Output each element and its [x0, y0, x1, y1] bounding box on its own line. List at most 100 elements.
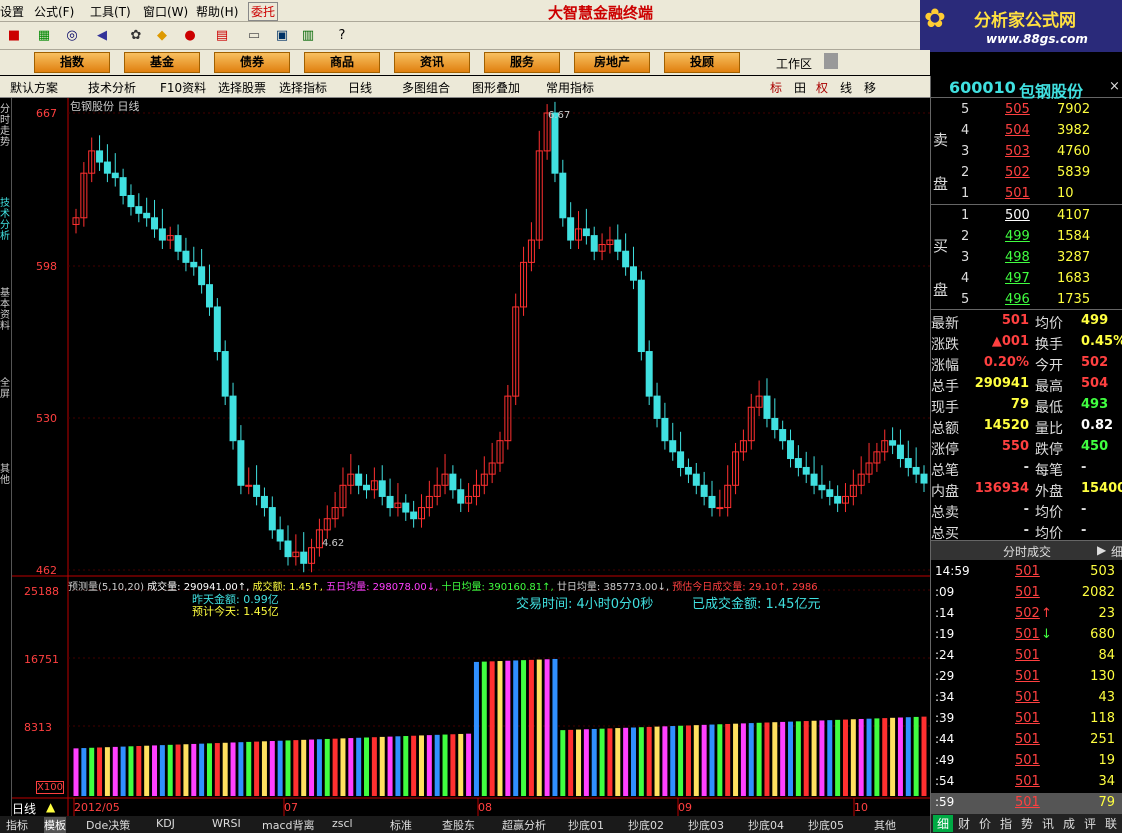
- sell-row[interactable]: 3 503 4760: [931, 142, 1122, 163]
- nav-bar: 指数 基金 债券 商品 资讯 服务 房地产 投顾 工作区: [0, 50, 930, 75]
- buy-row[interactable]: 4 497 1683: [931, 269, 1122, 290]
- indicator-tab[interactable]: 抄底04: [748, 817, 784, 833]
- nav-button-realestate[interactable]: 房地产: [574, 52, 650, 73]
- menu-tools[interactable]: 工具(T): [90, 3, 131, 20]
- select-stock-button[interactable]: 选择股票: [218, 79, 266, 96]
- indicator-tab[interactable]: KDJ: [156, 817, 175, 830]
- sell-row[interactable]: 1 501 10: [931, 184, 1122, 205]
- side-tab-other[interactable]: 其他: [0, 464, 12, 486]
- book-icon[interactable]: ▤: [212, 26, 232, 46]
- sell-row[interactable]: 4 504 3982: [931, 121, 1122, 142]
- workspace-scroll-icon[interactable]: [824, 53, 838, 69]
- binoculars-icon[interactable]: ◎: [62, 26, 82, 46]
- indicator-tab[interactable]: 抄底03: [688, 817, 724, 833]
- common-indicator-dropdown[interactable]: 常用指标: [546, 79, 594, 96]
- quote-tab[interactable]: 细: [933, 815, 953, 832]
- layout-icon[interactable]: ▣: [272, 26, 292, 46]
- estimated-volume: 预估今日成交量: 29.10↑,: [672, 582, 789, 593]
- help-cursor-icon[interactable]: ?: [332, 26, 352, 46]
- buy-row[interactable]: 3 498 3287: [931, 248, 1122, 269]
- stock-code: 600010: [949, 78, 1016, 97]
- tech-analysis-dropdown[interactable]: 技术分析: [88, 79, 136, 96]
- nav-button-news[interactable]: 资讯: [394, 52, 470, 73]
- stat-label: 均价: [1035, 316, 1063, 332]
- weight-button[interactable]: 权: [816, 79, 828, 96]
- candle-body: [96, 150, 104, 163]
- line-button[interactable]: 线: [840, 79, 852, 96]
- volume-bar: [167, 744, 173, 796]
- buy-row[interactable]: 1 500 4107: [931, 206, 1122, 227]
- grid-icon[interactable]: ▦: [34, 26, 54, 46]
- side-tab-fullscreen[interactable]: 全屏: [0, 378, 12, 400]
- diamond-icon[interactable]: ◆: [152, 26, 172, 46]
- quote-tab[interactable]: 联: [1101, 815, 1121, 832]
- chart-icon[interactable]: ▥: [298, 26, 318, 46]
- gear-icon[interactable]: ✿: [126, 26, 146, 46]
- nav-button-service[interactable]: 服务: [484, 52, 560, 73]
- volume-bar: [513, 660, 519, 796]
- quote-tab[interactable]: 评: [1080, 815, 1100, 832]
- period-arrow-icon[interactable]: ▲: [46, 800, 55, 814]
- indicator-tab[interactable]: Dde决策: [86, 817, 130, 833]
- nav-button-bond[interactable]: 债券: [214, 52, 290, 73]
- select-indicator-button[interactable]: 选择指标: [279, 79, 327, 96]
- indicator-tab[interactable]: 查股东: [442, 817, 475, 833]
- sell-row[interactable]: 2 502 5839: [931, 163, 1122, 184]
- print-icon[interactable]: ▭: [244, 26, 264, 46]
- indicator-tab[interactable]: zscl: [332, 817, 353, 830]
- nav-button-advisor[interactable]: 投顾: [664, 52, 740, 73]
- quote-tab[interactable]: 讯: [1038, 815, 1058, 832]
- menu-formula[interactable]: 公式(F): [34, 3, 74, 20]
- menu-window[interactable]: 窗口(W): [143, 3, 188, 20]
- workspace-label[interactable]: 工作区: [776, 55, 812, 72]
- close-icon[interactable]: ×: [1109, 79, 1120, 94]
- move-button[interactable]: 移: [864, 79, 876, 96]
- quote-tab[interactable]: 财: [954, 815, 974, 832]
- nav-button-commodity[interactable]: 商品: [304, 52, 380, 73]
- quote-tab[interactable]: 势: [1017, 815, 1037, 832]
- menu-order[interactable]: 委托: [248, 2, 279, 21]
- menu-help[interactable]: 帮助(H): [196, 3, 238, 20]
- speaker-icon[interactable]: ◀: [92, 26, 112, 46]
- kline-chart[interactable]: 包钢股份 日线 667 598 530 462 6.67 4.62 25188 …: [12, 98, 930, 816]
- f10-button[interactable]: F10资料: [160, 79, 206, 96]
- flag-icon[interactable]: ■: [4, 26, 24, 46]
- quote-tab[interactable]: 成: [1059, 815, 1079, 832]
- quote-tab[interactable]: 价: [975, 815, 995, 832]
- buy-row[interactable]: 5 496 1735: [931, 290, 1122, 311]
- flower-icon: ✿: [924, 4, 946, 34]
- side-tab-basic[interactable]: 基本资料: [0, 288, 12, 332]
- ticks-expand-icon[interactable]: ▶: [1097, 543, 1106, 557]
- overlay-dropdown[interactable]: 图形叠加: [472, 79, 520, 96]
- ticks-detail-label[interactable]: 细: [1111, 543, 1122, 560]
- indicator-tab[interactable]: 标准: [390, 817, 412, 833]
- indicator-tab[interactable]: 指标: [6, 817, 28, 833]
- indicator-tab[interactable]: WRSI: [212, 817, 241, 830]
- mark-button[interactable]: 标: [770, 79, 782, 96]
- candle-body: [920, 473, 928, 484]
- indicator-tab[interactable]: 抄底01: [568, 817, 604, 833]
- period-dropdown[interactable]: 日线: [348, 79, 372, 96]
- grid-button[interactable]: 田: [794, 79, 806, 96]
- nav-button-index[interactable]: 指数: [34, 52, 110, 73]
- indicator-tab[interactable]: macd背离: [262, 817, 315, 833]
- volume-bar: [701, 724, 707, 796]
- nav-button-fund[interactable]: 基金: [124, 52, 200, 73]
- quote-tab[interactable]: 指: [996, 815, 1016, 832]
- side-tab-timeshare[interactable]: 分时走势: [0, 104, 12, 148]
- target-icon[interactable]: ●: [180, 26, 200, 46]
- indicator-tab[interactable]: 模板: [44, 817, 66, 833]
- scheme-dropdown[interactable]: 默认方案: [10, 79, 58, 96]
- indicator-tab[interactable]: 抄底05: [808, 817, 844, 833]
- indicator-tab[interactable]: 超赢分析: [502, 817, 546, 833]
- indicator-tab[interactable]: 其他: [874, 817, 896, 833]
- indicator-tab[interactable]: 抄底02: [628, 817, 664, 833]
- sell-row[interactable]: 5 505 7902: [931, 100, 1122, 121]
- buy-row[interactable]: 2 499 1584: [931, 227, 1122, 248]
- stat-label: 跌停: [1035, 442, 1063, 458]
- multi-chart-dropdown[interactable]: 多图组合: [402, 79, 450, 96]
- menu-settings[interactable]: 设置: [0, 3, 24, 20]
- price-tick-2: 598: [36, 260, 57, 273]
- side-tab-technical[interactable]: 技术分析: [0, 198, 12, 242]
- trade-time: 交易时间: 4小时0分0秒: [516, 597, 654, 612]
